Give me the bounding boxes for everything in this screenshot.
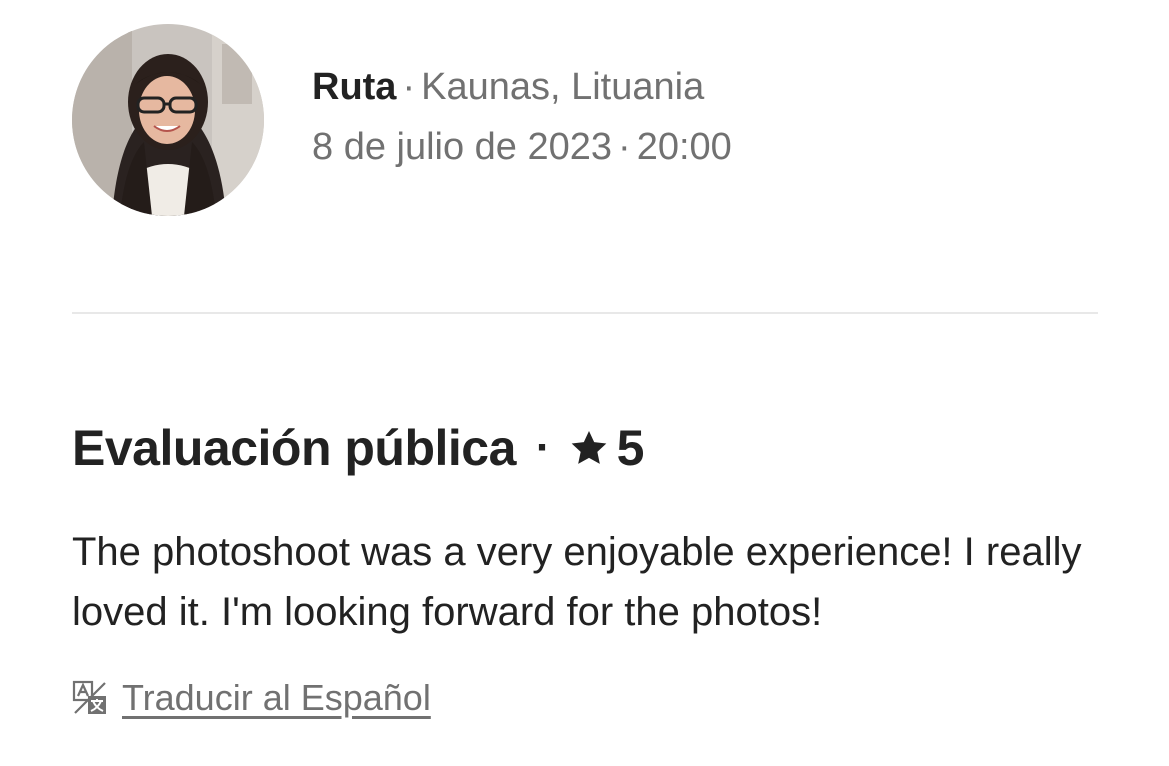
avatar-photo — [72, 24, 264, 216]
review-card: Ruta · Kaunas, Lituania 8 de julio de 2023… — [72, 0, 1098, 766]
section-title: Evaluación pública — [72, 420, 516, 476]
review-datetime: 8 de julio de 2023 · 20:00 — [312, 117, 732, 177]
review-header: Ruta · Kaunas, Lituania 8 de julio de 2023… — [72, 24, 732, 216]
review-date: 8 de julio de 2023 — [312, 126, 613, 168]
separator-dot: · — [402, 66, 416, 108]
reviewer-location: Kaunas, Lituania — [421, 66, 705, 108]
translate-icon — [72, 680, 108, 716]
separator-dot: · — [618, 126, 631, 168]
public-review-heading: Evaluación pública · 5 — [72, 416, 644, 480]
review-text: The photoshoot was a very enjoyable expe… — [72, 530, 1082, 634]
reviewer-name[interactable]: Ruta — [312, 66, 396, 108]
divider — [72, 312, 1098, 314]
reviewer-meta: Ruta · Kaunas, Lituania 8 de julio de 2023… — [312, 57, 732, 177]
translate-row[interactable]: Traducir al Español — [72, 676, 431, 720]
star-icon — [569, 428, 609, 468]
translate-link[interactable]: Traducir al Español — [122, 677, 431, 719]
reviewer-line: Ruta · Kaunas, Lituania — [312, 57, 732, 117]
separator-dot: · — [535, 423, 551, 472]
rating-value: 5 — [616, 420, 645, 476]
review-time: 20:00 — [636, 126, 732, 168]
avatar[interactable] — [72, 24, 264, 216]
